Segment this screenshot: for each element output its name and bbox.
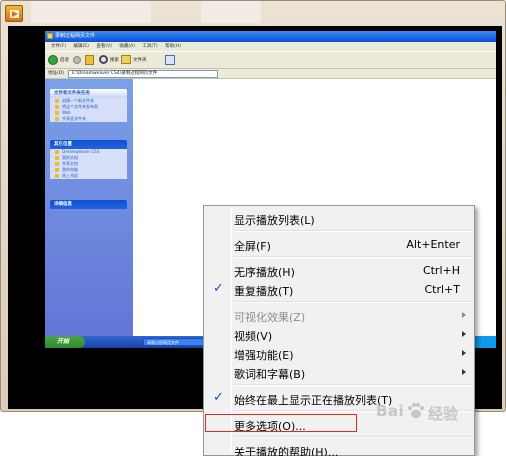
- task-panel-title: 详细信息: [50, 200, 127, 209]
- paw-logo-icon: [408, 403, 424, 418]
- folder-icon: [47, 33, 53, 39]
- menu-separator: [234, 384, 472, 386]
- xp-menu-item: 编辑(E): [73, 44, 89, 49]
- back-arrow-icon: [48, 55, 58, 65]
- task-panel: 其它位置 Dreamweaver CS4 我的文档 共享文档 我的电脑 网上邻居: [50, 140, 127, 179]
- menu-item-shortcut: Alt+Enter: [406, 238, 460, 251]
- watermark-suffix: 经验: [428, 405, 459, 423]
- menu-item-label: 始终在最上显示正在播放列表(T): [234, 394, 393, 407]
- folders-label: 文件夹: [133, 58, 147, 63]
- menu-item-shortcut: Ctrl+T: [424, 283, 460, 296]
- submenu-arrow-icon: [462, 369, 466, 375]
- menu-item-label: 歌词和字幕(B): [234, 368, 306, 381]
- views-icon: [165, 55, 175, 65]
- highlight-annotation: [205, 414, 357, 432]
- xp-menu-item: 帮助(H): [165, 44, 182, 49]
- menu-item-video[interactable]: 视频(V): [206, 325, 474, 344]
- xp-task-pane: 文件和文件夹任务 创建一个新文件夹 将这个文件夹发布到 Web 共享此文件夹 其…: [45, 79, 133, 336]
- xp-window-titlebar: 录制过程网页文件: [45, 31, 496, 42]
- task-item: 网上邻居: [50, 173, 127, 179]
- task-panel: 详细信息: [50, 200, 127, 209]
- menu-item-label: 显示播放列表(L): [234, 214, 315, 227]
- menu-item-label: 视频(V): [234, 330, 273, 343]
- menu-item-fullscreen[interactable]: 全屏(F) Alt+Enter: [206, 235, 474, 254]
- titlebar-background: [201, 1, 261, 23]
- task-panel: 文件和文件夹任务 创建一个新文件夹 将这个文件夹发布到 Web 共享此文件夹: [50, 89, 127, 122]
- menu-item-label: 全屏(F): [234, 240, 271, 253]
- titlebar-background: [31, 1, 151, 23]
- menu-item-visualizations: 可视化效果(Z): [206, 306, 474, 325]
- folder-up-icon: [85, 55, 94, 65]
- checkmark-icon: ✓: [213, 390, 224, 405]
- address-label: 地址(D): [48, 71, 64, 76]
- menu-separator: [234, 256, 472, 258]
- task-panel-title: 文件和文件夹任务: [50, 89, 127, 98]
- menu-item-label: 可视化效果(Z): [234, 311, 306, 324]
- submenu-arrow-icon: [462, 350, 466, 356]
- xp-menu-item: 查看(V): [96, 44, 112, 49]
- submenu-arrow-icon: [462, 331, 466, 337]
- search-icon: [99, 55, 108, 64]
- xp-menu-item: 工具(T): [142, 44, 158, 49]
- menu-item-lyrics-captions[interactable]: 歌词和字幕(B): [206, 363, 474, 382]
- baidu-watermark: Bai 经验: [376, 399, 496, 427]
- back-label: 后退: [60, 58, 69, 63]
- xp-address-bar: 地址(D) E:\Dreamweaver CS4\录制过程网页文件: [45, 69, 496, 79]
- task-item: 共享此文件夹: [50, 116, 127, 122]
- media-player-icon[interactable]: [5, 5, 23, 22]
- menu-separator: [234, 230, 472, 232]
- menu-item-help[interactable]: 关于播放的帮助(H)...: [206, 441, 474, 456]
- forward-arrow-icon: [73, 56, 81, 64]
- menu-item-show-playlist[interactable]: 显示播放列表(L): [206, 209, 474, 228]
- menu-item-label: 增强功能(E): [234, 349, 294, 362]
- checkmark-icon: ✓: [213, 281, 224, 296]
- menu-item-label: 关于播放的帮助(H)...: [234, 446, 339, 456]
- menu-item-repeat[interactable]: ✓ 重复播放(T) Ctrl+T: [206, 280, 474, 299]
- menu-item-shortcut: Ctrl+H: [422, 264, 460, 277]
- menu-item-label: 无序播放(H): [234, 266, 295, 279]
- menu-item-shuffle[interactable]: 无序播放(H) Ctrl+H: [206, 261, 474, 280]
- xp-toolbar: 后退 搜索 文件夹: [45, 51, 496, 69]
- menu-item-enhancements[interactable]: 增强功能(E): [206, 344, 474, 363]
- address-field: E:\Dreamweaver CS4\录制过程网页文件: [68, 70, 218, 78]
- menu-separator: [234, 301, 472, 303]
- xp-menu-item: 文件(F): [51, 44, 67, 49]
- task-panel-title: 其它位置: [50, 140, 127, 149]
- start-button: 开始: [45, 336, 85, 348]
- menu-item-label: 重复播放(T): [234, 285, 294, 298]
- xp-menubar: 文件(F) 编辑(E) 查看(V) 收藏(A) 工具(T) 帮助(H): [45, 42, 496, 51]
- menu-separator: [234, 436, 472, 438]
- watermark-text: Bai: [376, 402, 405, 420]
- xp-window-title: 录制过程网页文件: [55, 33, 96, 39]
- xp-menu-item: 收藏(A): [119, 44, 135, 49]
- search-label: 搜索: [110, 58, 119, 63]
- folders-icon: [121, 55, 131, 64]
- submenu-arrow-icon: [462, 312, 466, 318]
